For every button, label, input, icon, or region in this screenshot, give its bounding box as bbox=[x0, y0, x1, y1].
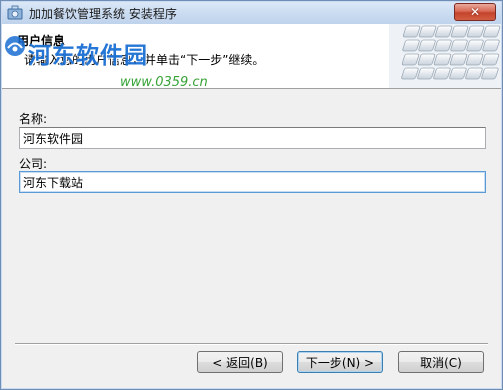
wizard-header: 用户信息 请输入您的用户信息，并单击“下一步”继续。 河东软件园 www.035… bbox=[2, 24, 501, 89]
title-bar[interactable]: 加加餐饮管理系统 安装程序 ✕ bbox=[2, 2, 501, 24]
installer-window: 加加餐饮管理系统 安装程序 ✕ 用户信息 请输入您的用户信息，并单击“下一步”继… bbox=[0, 0, 503, 390]
bottom-divider bbox=[15, 343, 488, 345]
close-icon: ✕ bbox=[469, 5, 481, 19]
watermark-logo-icon bbox=[5, 36, 25, 56]
window-title: 加加餐饮管理系统 安装程序 bbox=[29, 6, 177, 21]
close-button[interactable]: ✕ bbox=[454, 3, 496, 21]
cancel-button[interactable]: 取消(C) bbox=[398, 351, 484, 373]
name-label: 名称: bbox=[19, 112, 48, 126]
watermark-url: www.0359.cn bbox=[120, 75, 208, 89]
name-input[interactable] bbox=[19, 127, 486, 149]
installer-app-icon bbox=[7, 5, 23, 21]
next-button[interactable]: 下一步(N) > bbox=[297, 351, 383, 373]
company-label: 公司: bbox=[19, 157, 48, 171]
watermark-text: 河东软件园 bbox=[28, 43, 148, 69]
keyboard-banner-image bbox=[389, 24, 501, 88]
back-button[interactable]: < 返回(B) bbox=[197, 351, 283, 373]
company-input[interactable] bbox=[19, 171, 486, 193]
